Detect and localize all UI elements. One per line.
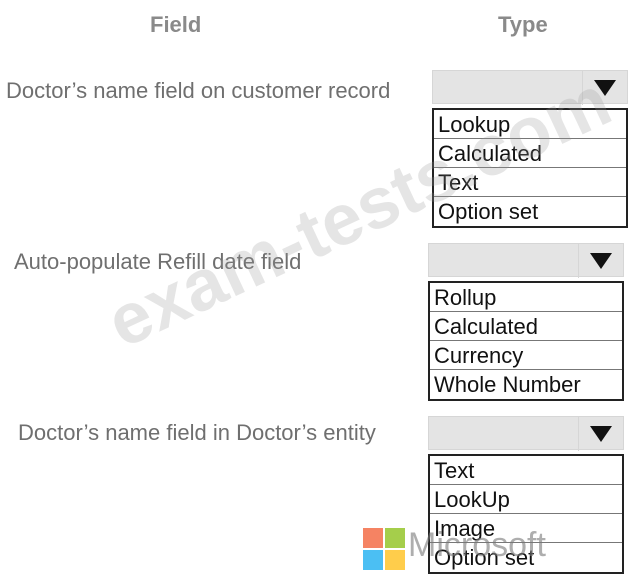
option-calculated[interactable]: Calculated xyxy=(430,312,622,341)
logo-square-red xyxy=(363,528,383,548)
chevron-down-icon[interactable] xyxy=(578,417,623,451)
option-lookup[interactable]: LookUp xyxy=(430,485,622,514)
option-text[interactable]: Text xyxy=(434,168,626,197)
dropdown-select-box[interactable] xyxy=(432,70,628,105)
type-dropdown-1[interactable]: Lookup Calculated Text Option set xyxy=(432,70,628,228)
option-lookup[interactable]: Lookup xyxy=(434,110,626,139)
field-column-header: Field xyxy=(150,12,202,37)
type-dropdown-2[interactable]: Rollup Calculated Currency Whole Number xyxy=(428,243,624,401)
option-currency[interactable]: Currency xyxy=(430,341,622,370)
field-label-doctor-name-entity: Doctor’s name field in Doctor’s entity xyxy=(18,420,376,445)
microsoft-logo-icon xyxy=(363,528,405,570)
option-whole-number[interactable]: Whole Number xyxy=(430,370,622,399)
chevron-down-icon[interactable] xyxy=(578,244,623,278)
chevron-down-icon[interactable] xyxy=(582,71,627,105)
logo-square-blue xyxy=(363,550,383,570)
dropdown-select-box[interactable] xyxy=(428,416,624,451)
logo-square-green xyxy=(385,528,405,548)
microsoft-logo-text: Microsoft xyxy=(408,526,546,564)
option-option-set[interactable]: Option set xyxy=(434,197,626,226)
logo-square-yellow xyxy=(385,550,405,570)
type-column-header: Type xyxy=(498,12,548,37)
dropdown-select-box[interactable] xyxy=(428,243,624,278)
option-rollup[interactable]: Rollup xyxy=(430,283,622,312)
option-text[interactable]: Text xyxy=(430,456,622,485)
dropdown-options: Rollup Calculated Currency Whole Number xyxy=(428,281,624,401)
dropdown-options: Lookup Calculated Text Option set xyxy=(432,108,628,228)
option-calculated[interactable]: Calculated xyxy=(434,139,626,168)
field-label-doctor-name-customer: Doctor’s name field on customer record xyxy=(6,78,391,103)
field-label-refill-date: Auto-populate Refill date field xyxy=(14,249,302,274)
